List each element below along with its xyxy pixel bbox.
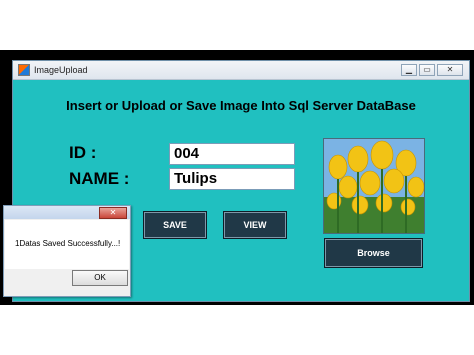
id-field[interactable]: 004: [169, 143, 295, 165]
tulip-image: [324, 139, 424, 233]
tulip-image-preview: [323, 138, 425, 234]
name-label: NAME :: [69, 169, 130, 188]
view-button[interactable]: VIEW: [223, 211, 287, 239]
minimize-icon[interactable]: ▁: [401, 64, 417, 76]
close-icon[interactable]: ✕: [99, 207, 127, 219]
message-box-titlebar: ✕: [4, 206, 130, 219]
ok-button[interactable]: OK: [72, 270, 128, 286]
bottom-letterbox: [0, 305, 474, 355]
window-titlebar: ImageUpload ▁ ▭ ✕: [13, 61, 469, 80]
save-button[interactable]: SAVE: [143, 211, 207, 239]
close-icon[interactable]: ✕: [437, 64, 463, 76]
page-heading: Insert or Upload or Save Image Into Sql …: [66, 98, 416, 113]
message-text: 1Datas Saved Successfully...!: [15, 239, 121, 248]
window-controls: ▁ ▭ ✕: [401, 64, 463, 76]
message-box-dialog: ✕ 1Datas Saved Successfully...! OK: [3, 205, 131, 297]
app-icon: [18, 64, 30, 76]
id-label: ID :: [69, 143, 97, 162]
browse-button[interactable]: Browse: [324, 238, 423, 268]
maximize-icon[interactable]: ▭: [419, 64, 435, 76]
name-field[interactable]: Tulips: [169, 168, 295, 190]
window-title: ImageUpload: [34, 65, 88, 75]
top-letterbox: [0, 0, 474, 50]
